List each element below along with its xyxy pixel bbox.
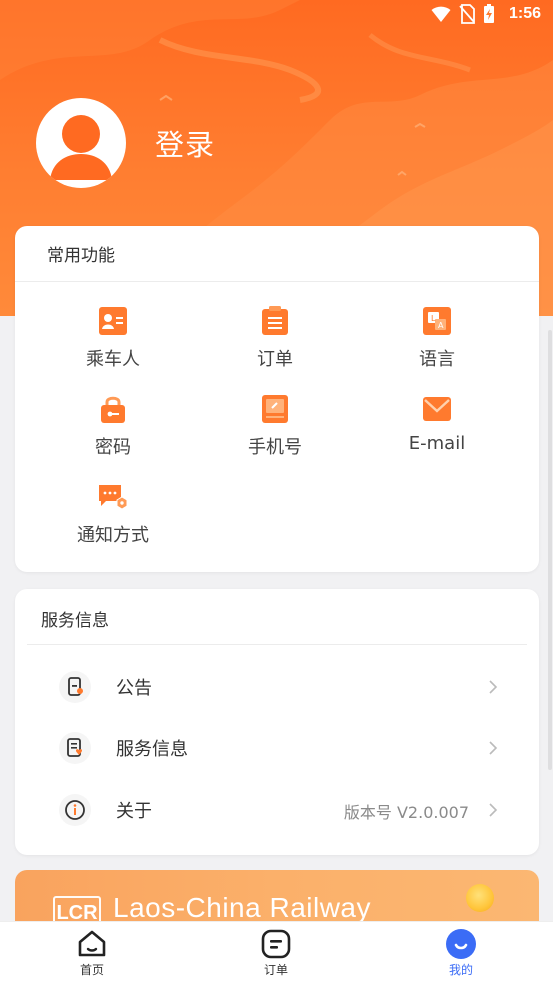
chevron-right-icon (489, 680, 498, 694)
service-row-service-info[interactable]: 服务信息 (15, 720, 539, 776)
svg-text:L: L (431, 314, 436, 323)
chevron-right-icon (489, 803, 498, 817)
bottom-tab-bar: 首页 订单 我的 (0, 921, 553, 984)
notification-chat-icon (99, 485, 128, 510)
app-version: 版本号 V2.0.007 (343, 803, 469, 822)
chevron-right-icon (489, 741, 498, 755)
feature-language[interactable]: L A 语言 (377, 306, 497, 371)
feature-label: 乘车人 (86, 349, 140, 370)
battery-charging-icon (484, 4, 494, 23)
service-row-announcement[interactable]: 公告 (15, 659, 539, 715)
order-icon (261, 929, 291, 959)
lock-icon (101, 396, 125, 423)
feature-email[interactable]: E-mail (377, 394, 497, 454)
info-icon (59, 794, 91, 826)
tab-profile[interactable]: 我的 (416, 922, 506, 984)
phone-icon (262, 395, 288, 423)
feature-label: E-mail (408, 433, 466, 454)
feature-label: 通知方式 (77, 525, 149, 546)
status-time: 1:56 (508, 5, 541, 22)
mail-icon (423, 397, 451, 421)
no-sim-icon (459, 4, 475, 24)
service-label: 关于 (116, 801, 152, 822)
profile-smile-icon (446, 929, 476, 959)
tab-label: 订单 (263, 963, 288, 977)
passenger-card-icon (99, 307, 127, 335)
service-label: 公告 (116, 678, 152, 699)
feature-label: 订单 (257, 349, 293, 370)
service-info-card: 服务信息 公告 服务信息 关于 版本号 V2.0.007 (15, 589, 539, 855)
tab-home[interactable]: 首页 (47, 922, 137, 984)
feature-label: 手机号 (248, 437, 302, 458)
order-list-icon (262, 306, 288, 335)
status-icons (431, 4, 495, 24)
tab-label: 我的 (448, 963, 473, 977)
feature-password[interactable]: 密码 (53, 394, 173, 459)
wifi-icon (431, 6, 451, 22)
feature-label: 语言 (419, 349, 455, 370)
sun-decoration (466, 884, 494, 912)
service-label: 服务信息 (116, 739, 188, 760)
divider (15, 281, 539, 282)
scrollbar[interactable] (548, 330, 552, 770)
status-bar: 1:56 (0, 0, 553, 32)
tab-orders[interactable]: 订单 (231, 922, 321, 984)
service-info-icon (59, 732, 91, 764)
language-translate-icon: L A (423, 307, 451, 335)
feature-label: 密码 (95, 437, 131, 458)
svg-text:A: A (438, 321, 444, 330)
announcement-icon (59, 671, 91, 703)
feature-notification[interactable]: 通知方式 (53, 482, 173, 547)
user-avatar-icon (50, 115, 112, 180)
feature-passenger[interactable]: 乘车人 (53, 306, 173, 371)
feature-phone[interactable]: 手机号 (215, 394, 335, 459)
home-icon (78, 930, 106, 957)
banner-title: Laos-China Railway (113, 892, 372, 923)
card-title: 常用功能 (47, 246, 115, 266)
feature-orders[interactable]: 订单 (215, 306, 335, 371)
card-title: 服务信息 (41, 611, 109, 631)
tab-label: 首页 (79, 963, 104, 977)
common-features-card: 常用功能 乘车人 订单 L A 语言 密码 手机号 E-mail 通知方式 (15, 226, 539, 572)
login-link[interactable]: 登录 (155, 122, 215, 164)
service-row-about[interactable]: 关于 版本号 V2.0.007 (15, 782, 539, 838)
avatar[interactable] (36, 98, 126, 188)
divider (27, 644, 527, 645)
